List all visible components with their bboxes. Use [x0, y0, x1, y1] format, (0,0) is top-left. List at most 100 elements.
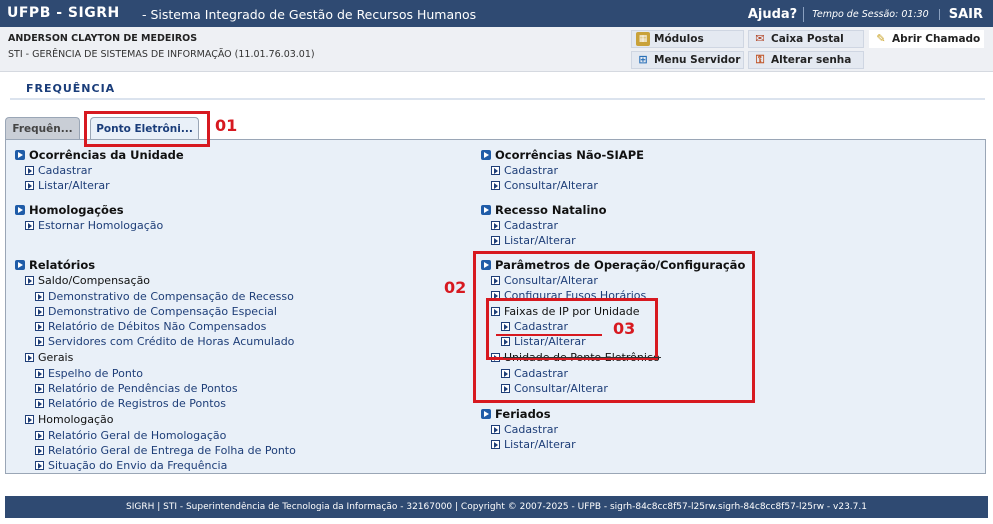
section-feriados: Feriados: [481, 407, 551, 421]
link-label: Cadastrar: [504, 423, 558, 436]
arrow-icon: [35, 399, 44, 408]
annotation-underline-03: [496, 334, 602, 336]
tab-frequencia[interactable]: Frequên...: [5, 117, 80, 139]
link-ocorrencias-listar[interactable]: Listar/Alterar: [25, 179, 110, 192]
link-ocorrencias-cadastrar[interactable]: Cadastrar: [25, 164, 92, 177]
section-bullet-icon: [481, 150, 491, 160]
section-relatorios: Relatórios: [15, 258, 95, 272]
page-title: FREQUÊNCIA: [26, 82, 116, 95]
mailbox-button[interactable]: ✉ Caixa Postal: [748, 30, 864, 48]
menu-icon: ⊞: [638, 53, 648, 66]
link-espelho-ponto[interactable]: Espelho de Ponto: [35, 367, 143, 380]
section-bullet-icon: [15, 260, 25, 270]
section-title: Feriados: [495, 407, 551, 421]
arrow-icon: [35, 369, 44, 378]
section-title: Ocorrências Não-SIAPE: [495, 148, 644, 162]
section-bullet-icon: [15, 150, 25, 160]
arrow-icon: [491, 166, 500, 175]
top-bar-right: Ajuda? Tempo de Sessão: 01:30 SAIR: [748, 4, 983, 24]
arrow-icon: [25, 221, 34, 230]
server-menu-button[interactable]: ⊞ Menu Servidor: [631, 51, 744, 69]
link-label: Relatório de Débitos Não Compensados: [48, 320, 267, 333]
arrow-icon: [35, 322, 44, 331]
arrow-icon: [491, 181, 500, 190]
modules-button[interactable]: ▦ Módulos: [631, 30, 744, 48]
link-demonstrativo-recesso[interactable]: Demonstrativo de Compensação de Recesso: [35, 290, 294, 303]
link-label: Relatório de Pendências de Pontos: [48, 382, 238, 395]
group-label: Homologação: [38, 413, 114, 426]
link-label: Espelho de Ponto: [48, 367, 143, 380]
link-label: Servidores com Crédito de Horas Acumulad…: [48, 335, 295, 348]
arrow-icon: [35, 461, 44, 470]
annotation-label-02: 02: [444, 278, 467, 297]
arrow-icon: [491, 236, 500, 245]
link-label: Cadastrar: [38, 164, 92, 177]
link-nsiape-cadastrar[interactable]: Cadastrar: [491, 164, 558, 177]
annotation-label-01: 01: [215, 116, 238, 135]
link-label: Estornar Homologação: [38, 219, 164, 232]
change-password-button[interactable]: ⚿ Alterar senha: [748, 51, 864, 69]
modules-icon: ▦: [636, 32, 650, 46]
help-link[interactable]: Ajuda?: [748, 6, 805, 22]
logout-link[interactable]: SAIR: [940, 7, 983, 22]
modules-label: Módulos: [654, 33, 704, 45]
section-title: Homologações: [29, 203, 124, 217]
strike-line: [503, 357, 661, 358]
group-homologacao: Homologação: [25, 413, 113, 426]
arrow-icon: [491, 425, 500, 434]
title-divider: [10, 98, 985, 100]
link-servidores-credito[interactable]: Servidores com Crédito de Horas Acumulad…: [35, 335, 294, 348]
open-ticket-label: Abrir Chamado: [892, 33, 981, 45]
group-gerais: Gerais: [25, 351, 73, 364]
user-bar: ANDERSON CLAYTON DE MEDEIROS STI - GERÊN…: [0, 27, 993, 72]
link-label: Consultar/Alterar: [504, 179, 598, 192]
section-bullet-icon: [481, 409, 491, 419]
arrow-icon: [35, 384, 44, 393]
link-label: Relatório Geral de Homologação: [48, 429, 227, 442]
link-relatorio-entrega-folha[interactable]: Relatório Geral de Entrega de Folha de P…: [35, 444, 296, 457]
arrow-icon: [35, 292, 44, 301]
link-label: Cadastrar: [504, 164, 558, 177]
arrow-icon: [25, 353, 34, 362]
mailbox-label: Caixa Postal: [771, 33, 844, 45]
link-pendencias-pontos[interactable]: Relatório de Pendências de Pontos: [35, 382, 238, 395]
arrow-icon: [25, 166, 34, 175]
annotation-label-03: 03: [613, 319, 636, 338]
annotation-box-01: [84, 111, 210, 147]
broom-icon: ✎: [876, 32, 886, 45]
arrow-icon: [25, 181, 34, 190]
link-recesso-listar[interactable]: Listar/Alterar: [491, 234, 576, 247]
section-bullet-icon: [481, 205, 491, 215]
user-name: ANDERSON CLAYTON DE MEDEIROS: [8, 33, 198, 44]
top-bar: UFPB - SIGRH - Sistema Integrado de Gest…: [0, 0, 993, 27]
link-label: Situação do Envio da Frequência: [48, 459, 228, 472]
arrow-icon: [491, 221, 500, 230]
user-unit: STI - GERÊNCIA DE SISTEMAS DE INFORMAÇÃO…: [8, 49, 315, 60]
link-demonstrativo-especial[interactable]: Demonstrativo de Compensação Especial: [35, 305, 277, 318]
link-nsiape-consultar[interactable]: Consultar/Alterar: [491, 179, 598, 192]
link-estornar-homologacao[interactable]: Estornar Homologação: [25, 219, 163, 232]
link-label: Demonstrativo de Compensação Especial: [48, 305, 277, 318]
section-ocorrencias-unidade: Ocorrências da Unidade: [15, 148, 184, 162]
arrow-icon: [35, 337, 44, 346]
arrow-icon: [35, 307, 44, 316]
link-feriados-cadastrar[interactable]: Cadastrar: [491, 423, 558, 436]
link-registros-pontos[interactable]: Relatório de Registros de Pontos: [35, 397, 226, 410]
group-label: Saldo/Compensação: [38, 274, 151, 287]
link-label: Demonstrativo de Compensação de Recesso: [48, 290, 294, 303]
arrow-icon: [35, 446, 44, 455]
link-recesso-cadastrar[interactable]: Cadastrar: [491, 219, 558, 232]
link-label: Relatório de Registros de Pontos: [48, 397, 227, 410]
section-title: Ocorrências da Unidade: [29, 148, 184, 162]
link-situacao-envio[interactable]: Situação do Envio da Frequência: [35, 459, 227, 472]
link-feriados-listar[interactable]: Listar/Alterar: [491, 438, 576, 451]
link-relatorio-debitos[interactable]: Relatório de Débitos Não Compensados: [35, 320, 266, 333]
link-label: Listar/Alterar: [504, 234, 576, 247]
link-label: Cadastrar: [504, 219, 558, 232]
link-relatorio-homologacao[interactable]: Relatório Geral de Homologação: [35, 429, 226, 442]
app-brand[interactable]: UFPB - SIGRH: [7, 5, 120, 21]
app-subtitle: - Sistema Integrado de Gestão de Recurso…: [142, 7, 477, 22]
footer: SIGRH | STI - Superintendência de Tecnol…: [5, 496, 988, 518]
link-label: Listar/Alterar: [504, 438, 576, 451]
open-ticket-button[interactable]: ✎ Abrir Chamado: [869, 30, 984, 48]
